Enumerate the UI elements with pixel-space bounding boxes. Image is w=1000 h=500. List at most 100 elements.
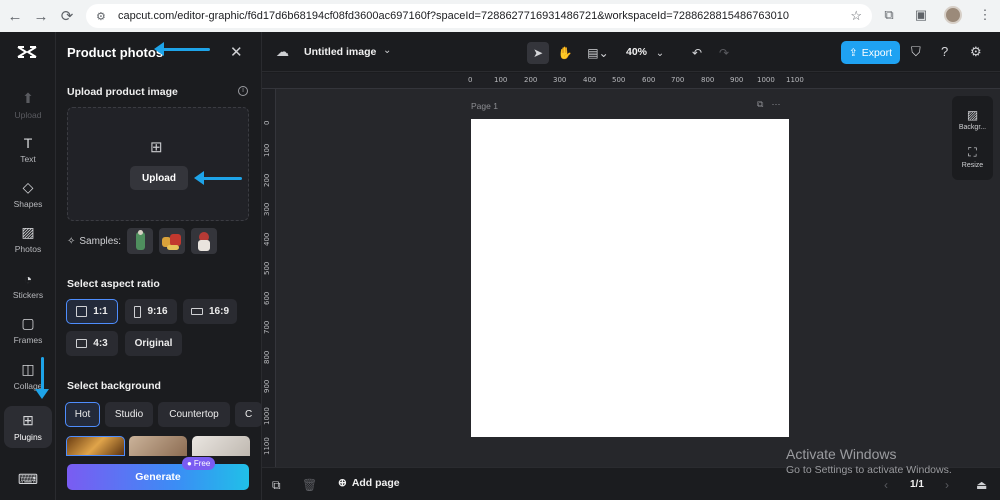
horizontal-ruler: 0 100 200 300 400 500 600 700 800 900 10… xyxy=(262,73,1000,89)
close-icon[interactable]: ✕ xyxy=(230,43,243,61)
rail-item-upload[interactable]: ⬆ Upload xyxy=(4,84,52,126)
ruler-tick: 0 xyxy=(468,76,473,84)
previous-page-icon[interactable]: ‹ xyxy=(884,478,888,492)
ruler-tick: 300 xyxy=(553,76,567,84)
settings-icon[interactable]: ⚙ xyxy=(970,44,982,60)
forward-icon[interactable]: → xyxy=(30,5,52,27)
next-page-icon[interactable]: › xyxy=(945,478,949,492)
background-tab-studio[interactable]: Studio xyxy=(105,402,153,427)
document-title[interactable]: Untitled image xyxy=(304,46,376,58)
ruler-tick: 200 xyxy=(524,76,538,84)
rail-label: Stickers xyxy=(12,289,44,300)
background-thumbnail[interactable] xyxy=(66,436,125,456)
reload-icon[interactable]: ⟳ xyxy=(56,5,78,27)
free-badge-label: Free xyxy=(193,459,211,468)
sample-thumbnail[interactable] xyxy=(191,228,218,254)
sparkle-icon: ✧ xyxy=(67,235,76,247)
ratio-option-1-1[interactable]: 1:1 xyxy=(66,299,118,324)
design-canvas[interactable] xyxy=(471,119,789,437)
shapes-icon: ◇ xyxy=(22,179,34,195)
url-text[interactable]: capcut.com/editor-graphic/f6d17d6b68194c… xyxy=(118,10,789,22)
rail-item-keyboard[interactable]: ⌨ xyxy=(4,460,52,500)
rail-item-frames[interactable]: ▢ Frames xyxy=(4,309,52,351)
profile-avatar[interactable] xyxy=(944,6,962,24)
background-thumbnail[interactable] xyxy=(129,436,187,456)
generate-button[interactable]: Generate xyxy=(67,464,249,490)
side-panel-icon[interactable]: ▣ xyxy=(912,6,930,24)
sample-thumbnail[interactable] xyxy=(159,228,186,254)
browser-menu-icon[interactable]: ⋮ xyxy=(976,6,994,24)
ruler-tick: 600 xyxy=(263,291,271,305)
address-bar[interactable]: ⚙ capcut.com/editor-graphic/f6d17d6b6819… xyxy=(86,4,872,28)
layout-menu-icon[interactable]: ▤⌄ xyxy=(583,42,613,64)
help-icon[interactable]: ? xyxy=(941,44,948,59)
ratio-label: Original xyxy=(134,338,173,349)
chevron-down-icon[interactable]: ⌄ xyxy=(653,42,667,64)
background-tab-countertop[interactable]: Countertop xyxy=(158,402,230,427)
duplicate-icon[interactable]: ⧉ xyxy=(272,478,281,493)
aspect-ratio-section-label: Select aspect ratio xyxy=(67,278,160,290)
zoom-level[interactable]: 40% xyxy=(626,46,647,58)
ruler-tick: 400 xyxy=(263,232,271,246)
trash-icon[interactable]: 🗑 xyxy=(302,478,317,492)
cloud-save-icon[interactable]: ☁ xyxy=(276,44,289,60)
ruler-tick: 1000 xyxy=(263,407,271,425)
rail-item-photos[interactable]: ▨ Photos xyxy=(4,218,52,260)
photos-icon: ▨ xyxy=(21,224,35,240)
ratio-option-9-16[interactable]: 9:16 xyxy=(125,299,177,324)
rail-item-shapes[interactable]: ◇ Shapes xyxy=(4,173,52,215)
browser-toolbar: ← → ⟳ ⚙ capcut.com/editor-graphic/f6d17d… xyxy=(0,0,1000,32)
upload-dropzone[interactable]: ⊞ Upload xyxy=(67,107,249,221)
add-page-button[interactable]: ⊕ Add page xyxy=(338,477,400,489)
info-icon[interactable]: i xyxy=(238,86,248,96)
vertical-ruler: 0 100 200 300 400 500 600 700 800 900 10… xyxy=(262,89,276,467)
extensions-icon[interactable]: ⧉ xyxy=(880,6,898,24)
frames-icon: ▢ xyxy=(21,315,35,331)
annotation-arrow xyxy=(41,357,44,391)
resize-tool[interactable]: ⛶ Resize xyxy=(952,138,993,176)
capcut-logo[interactable] xyxy=(16,44,40,62)
rail-label: Frames xyxy=(13,335,43,345)
export-button[interactable]: ⇪ Export xyxy=(841,41,900,64)
background-thumbnail[interactable] xyxy=(192,436,250,456)
ratio-option-16-9[interactable]: 16:9 xyxy=(183,299,237,324)
shield-icon[interactable]: ⛉ xyxy=(911,44,921,60)
background-tab-more[interactable]: C xyxy=(235,402,262,427)
canvas-side-toolbar: ▨ Backgr... ⛶ Resize xyxy=(952,96,993,180)
site-info-icon[interactable]: ⚙ xyxy=(96,10,110,23)
watermark-subtitle: Go to Settings to activate Windows. xyxy=(786,464,952,476)
select-tool-icon[interactable]: ➤ xyxy=(527,42,549,64)
plugin-panel: Product photos ✕ Upload product image i … xyxy=(56,32,262,500)
rail-item-stickers[interactable]: ◔ Stickers xyxy=(4,264,52,306)
ruler-tick: 900 xyxy=(263,379,271,393)
pages-panel-icon[interactable]: ⏏ xyxy=(976,478,987,492)
more-options-icon[interactable]: ⋯ xyxy=(771,99,780,110)
hand-tool-icon[interactable]: ✋ xyxy=(554,42,576,64)
back-icon[interactable]: ← xyxy=(4,5,26,27)
background-tool[interactable]: ▨ Backgr... xyxy=(952,100,993,138)
add-image-icon: ⊞ xyxy=(150,139,163,156)
ratio-label: 4:3 xyxy=(93,338,108,349)
ratio-option-4-3[interactable]: 4:3 xyxy=(66,331,118,356)
sample-thumbnail[interactable] xyxy=(127,228,154,254)
undo-icon[interactable]: ↶ xyxy=(687,42,707,64)
resize-icon: ⛶ xyxy=(968,145,977,159)
ratio-option-original[interactable]: Original xyxy=(125,331,182,356)
ruler-tick: 500 xyxy=(612,76,626,84)
portrait-ratio-icon xyxy=(134,305,142,318)
ruler-tick: 500 xyxy=(263,261,271,275)
rail-label: Shapes xyxy=(13,199,43,209)
ruler-tick: 900 xyxy=(730,76,744,84)
upload-button[interactable]: Upload xyxy=(130,166,188,190)
ruler-tick: 700 xyxy=(671,76,685,84)
page-counter: 1/1 xyxy=(910,479,924,490)
background-tab-hot[interactable]: Hot xyxy=(65,402,100,427)
collage-icon: ◫ xyxy=(21,361,35,377)
bookmark-star-icon[interactable]: ☆ xyxy=(850,8,862,24)
rail-item-plugins[interactable]: ⊞ Plugins xyxy=(4,406,52,448)
add-page-label: Add page xyxy=(351,477,400,489)
rail-item-text[interactable]: T Text xyxy=(4,128,52,170)
redo-icon[interactable]: ↷ xyxy=(714,42,734,64)
duplicate-page-icon[interactable]: ⧉ xyxy=(757,99,763,110)
chevron-down-icon[interactable]: ⌄ xyxy=(383,45,391,56)
